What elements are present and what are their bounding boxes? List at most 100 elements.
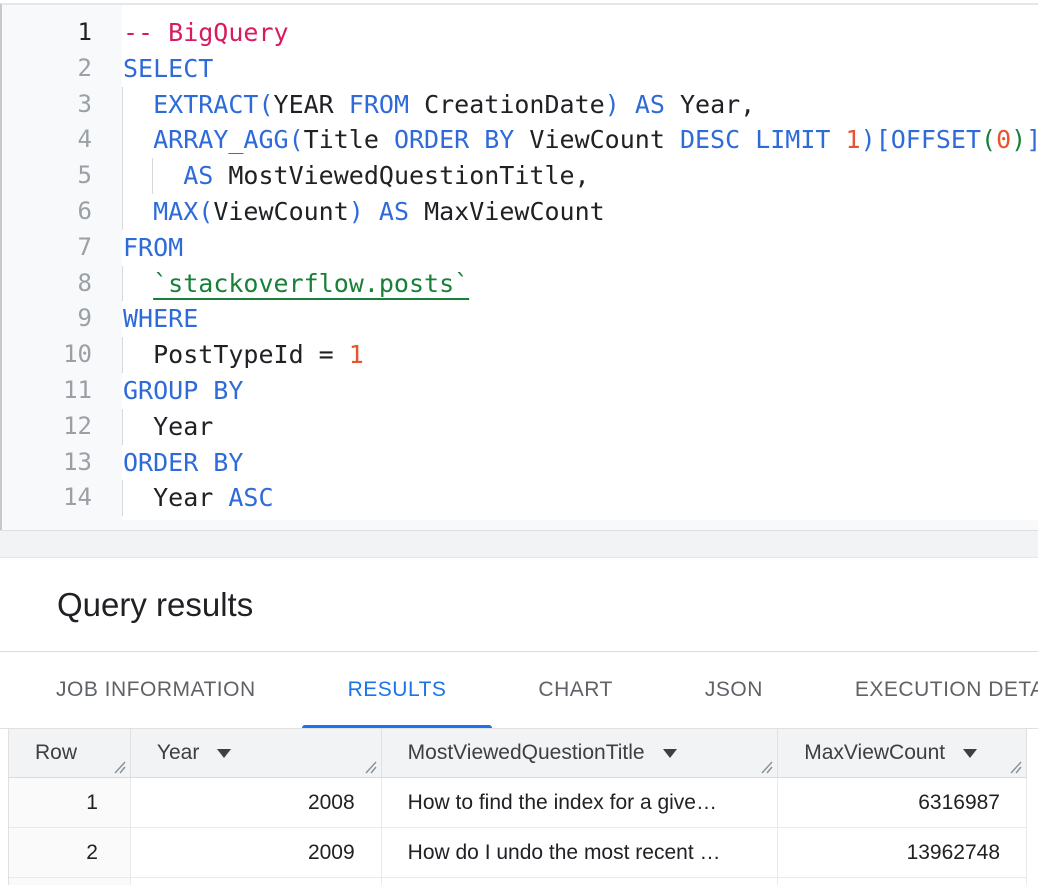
code-line-text: EXTRACT(YEAR FROM CreationDate) AS Year, bbox=[122, 87, 1038, 123]
code-line-text: AS MostViewedQuestionTitle, bbox=[122, 158, 1038, 194]
code-line: 6 MAX(ViewCount) AS MaxViewCount bbox=[2, 194, 1038, 230]
line-number: 8 bbox=[2, 266, 122, 302]
tab-label: JSON bbox=[705, 678, 763, 702]
line-number: 11 bbox=[2, 373, 122, 409]
line-number: 1 bbox=[2, 15, 122, 51]
column-header-row[interactable]: Row bbox=[9, 729, 131, 777]
table-cell: 13962748 bbox=[778, 828, 1027, 877]
code-line: 10 PostTypeId = 1 bbox=[2, 337, 1038, 373]
table-cell bbox=[382, 878, 779, 885]
indent-guide bbox=[152, 158, 153, 194]
tab-json[interactable]: JSON bbox=[659, 652, 809, 728]
tab-label: CHART bbox=[538, 678, 612, 702]
line-number: 10 bbox=[2, 337, 122, 373]
indent-guide bbox=[122, 480, 123, 516]
table-cell: 6316987 bbox=[778, 778, 1027, 827]
results-tab-bar: JOB INFORMATION RESULTS CHART JSON EXECU… bbox=[0, 651, 1038, 729]
code-line-text: PostTypeId = 1 bbox=[122, 337, 1038, 373]
table-row: 12008How to find the index for a give…63… bbox=[9, 778, 1027, 828]
code-lines: 1 -- BigQuery 2 SELECT 3 EXTRACT(YEAR FR… bbox=[2, 15, 1038, 516]
query-results-title: Query results bbox=[0, 558, 1038, 651]
line-number: 2 bbox=[2, 51, 122, 87]
indent-guide bbox=[122, 87, 123, 123]
code-line: 7 FROM bbox=[2, 230, 1038, 266]
query-results-panel: Query results JOB INFORMATION RESULTS CH… bbox=[0, 558, 1038, 885]
indent-guide bbox=[122, 158, 123, 194]
tab-execution-details[interactable]: EXECUTION DETAILS bbox=[809, 652, 1038, 728]
table-cell: How do I undo the most recent … bbox=[382, 828, 779, 877]
results-table: Row Year MostViewedQuestionTitle MaxView… bbox=[8, 729, 1027, 885]
column-header-label: MostViewedQuestionTitle bbox=[408, 741, 645, 765]
line-number: 12 bbox=[2, 409, 122, 445]
line-number: 14 bbox=[2, 480, 122, 516]
code-line: 12 Year bbox=[2, 409, 1038, 445]
code-line: 8 `stackoverflow.posts` bbox=[2, 266, 1038, 302]
code-line: 13 ORDER BY bbox=[2, 445, 1038, 481]
column-resize-handle[interactable] bbox=[1008, 759, 1023, 774]
table-cell bbox=[778, 878, 1027, 885]
code-line: 11 GROUP BY bbox=[2, 373, 1038, 409]
column-header-mostviewedquestiontitle[interactable]: MostViewedQuestionTitle bbox=[382, 729, 779, 777]
column-header-maxviewcount[interactable]: MaxViewCount bbox=[778, 729, 1027, 777]
column-header-label: Row bbox=[35, 741, 77, 765]
indent-guide bbox=[122, 122, 123, 158]
code-line-text: SELECT bbox=[122, 51, 1038, 87]
table-cell: 1 bbox=[9, 778, 131, 827]
line-number: 3 bbox=[2, 87, 122, 123]
table-cell: 2008 bbox=[131, 778, 382, 827]
code-line: 3 EXTRACT(YEAR FROM CreationDate) AS Yea… bbox=[2, 87, 1038, 123]
line-number: 9 bbox=[2, 301, 122, 337]
line-number: 6 bbox=[2, 194, 122, 230]
table-header-row: Row Year MostViewedQuestionTitle MaxView… bbox=[9, 729, 1027, 778]
sort-dropdown-icon[interactable] bbox=[663, 749, 677, 758]
tab-label: RESULTS bbox=[348, 678, 447, 702]
code-line-text: WHERE bbox=[122, 301, 1038, 337]
table-row: 22009How do I undo the most recent …1396… bbox=[9, 828, 1027, 878]
tab-chart[interactable]: CHART bbox=[492, 652, 658, 728]
code-line-text: MAX(ViewCount) AS MaxViewCount bbox=[122, 194, 1038, 230]
tab-results[interactable]: RESULTS bbox=[302, 652, 493, 728]
code-line-text: Year ASC bbox=[122, 480, 1038, 516]
table-cell: How to find the index for a give… bbox=[382, 778, 779, 827]
sql-editor[interactable]: 1 -- BigQuery 2 SELECT 3 EXTRACT(YEAR FR… bbox=[0, 3, 1038, 530]
tab-job-information[interactable]: JOB INFORMATION bbox=[10, 652, 302, 728]
table-row bbox=[9, 878, 1027, 885]
table-cell: 2 bbox=[9, 828, 131, 877]
indent-guide bbox=[122, 194, 123, 230]
column-header-label: MaxViewCount bbox=[804, 741, 945, 765]
code-line-text: GROUP BY bbox=[122, 373, 1038, 409]
column-resize-handle[interactable] bbox=[759, 759, 774, 774]
sort-dropdown-icon[interactable] bbox=[217, 749, 231, 758]
code-line: 2 SELECT bbox=[2, 51, 1038, 87]
code-line-text: `stackoverflow.posts` bbox=[122, 266, 1038, 302]
panel-resize-divider[interactable] bbox=[0, 530, 1038, 558]
table-body: 12008How to find the index for a give…63… bbox=[9, 778, 1027, 885]
code-line-text: FROM bbox=[122, 230, 1038, 266]
column-header-year[interactable]: Year bbox=[131, 729, 382, 777]
column-resize-handle[interactable] bbox=[363, 759, 378, 774]
tab-label: JOB INFORMATION bbox=[56, 678, 256, 702]
tab-label: EXECUTION DETAILS bbox=[855, 678, 1038, 702]
table-cell bbox=[9, 878, 131, 885]
code-line-text: Year bbox=[122, 409, 1038, 445]
indent-guide bbox=[122, 266, 123, 302]
indent-guide bbox=[122, 409, 123, 445]
code-line: 5 AS MostViewedQuestionTitle, bbox=[2, 158, 1038, 194]
indent-guide bbox=[122, 337, 123, 373]
bigquery-console: 1 -- BigQuery 2 SELECT 3 EXTRACT(YEAR FR… bbox=[0, 3, 1038, 886]
table-cell: 2009 bbox=[131, 828, 382, 877]
code-line-text: ORDER BY bbox=[122, 445, 1038, 481]
sort-dropdown-icon[interactable] bbox=[963, 749, 977, 758]
line-number: 5 bbox=[2, 158, 122, 194]
table-cell bbox=[131, 878, 382, 885]
code-line-text: ARRAY_AGG(Title ORDER BY ViewCount DESC … bbox=[122, 122, 1038, 158]
code-line: 4 ARRAY_AGG(Title ORDER BY ViewCount DES… bbox=[2, 122, 1038, 158]
line-number: 4 bbox=[2, 122, 122, 158]
line-number: 13 bbox=[2, 445, 122, 481]
code-line-text: -- BigQuery bbox=[122, 15, 1038, 51]
column-header-label: Year bbox=[157, 741, 199, 765]
line-number: 7 bbox=[2, 230, 122, 266]
code-line: 1 -- BigQuery bbox=[2, 15, 1038, 51]
code-line: 9 WHERE bbox=[2, 301, 1038, 337]
column-resize-handle[interactable] bbox=[112, 759, 127, 774]
